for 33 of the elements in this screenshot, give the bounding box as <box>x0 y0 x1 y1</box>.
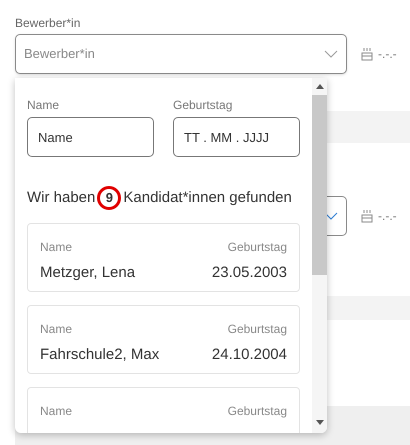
select-field[interactable]: Bewerber*in <box>15 34 347 74</box>
scrollbar[interactable] <box>312 78 327 433</box>
filter-label: Geburtstag <box>173 97 234 114</box>
scrollbar-thumb[interactable] <box>312 95 327 275</box>
candidate-name: Metzger, Lena <box>40 263 136 283</box>
birthday-value: -.-.- <box>378 46 397 63</box>
scroll-up-icon[interactable] <box>316 84 324 89</box>
candidate-birthday: 24.10.2004 <box>212 345 287 365</box>
result-text: Wir haben <box>27 188 96 208</box>
name-label: Name <box>40 403 72 420</box>
birthday-label: Geburtstag <box>228 239 287 256</box>
candidate-birthday: 23.05.2003 <box>212 263 287 283</box>
candidate-card[interactable]: Name Geburtstag Fahrschule2, Max 24.10.2004 <box>27 305 300 374</box>
chevron-down-icon <box>324 50 338 58</box>
candidate-name: Fahrschule2, Max <box>40 345 160 365</box>
filter-input[interactable]: Name <box>27 117 154 157</box>
result-text: Kandidat*innen gefunden <box>123 188 292 208</box>
cake-icon <box>361 47 373 61</box>
filter-input[interactable]: TT . MM . JJJJ <box>173 117 300 157</box>
birthday-label: Geburtstag <box>228 321 287 338</box>
name-label: Name <box>40 239 72 256</box>
candidate-card[interactable]: Name Geburtstag <box>27 387 300 433</box>
field-label: Bewerber*in <box>15 15 82 32</box>
birthday-label: Geburtstag <box>228 403 287 420</box>
circled-count: 9 <box>97 186 122 210</box>
chevron-down-icon <box>324 212 338 220</box>
cake-icon <box>361 209 373 223</box>
scroll-down-icon[interactable] <box>316 420 324 425</box>
select-placeholder: Bewerber*in <box>24 45 95 64</box>
name-label: Name <box>40 321 72 338</box>
candidate-card[interactable]: Name Geburtstag Metzger, Lena 23.05.2003 <box>27 223 300 292</box>
filter-label: Name <box>27 97 60 114</box>
birthday-value: -.-.- <box>378 208 397 225</box>
